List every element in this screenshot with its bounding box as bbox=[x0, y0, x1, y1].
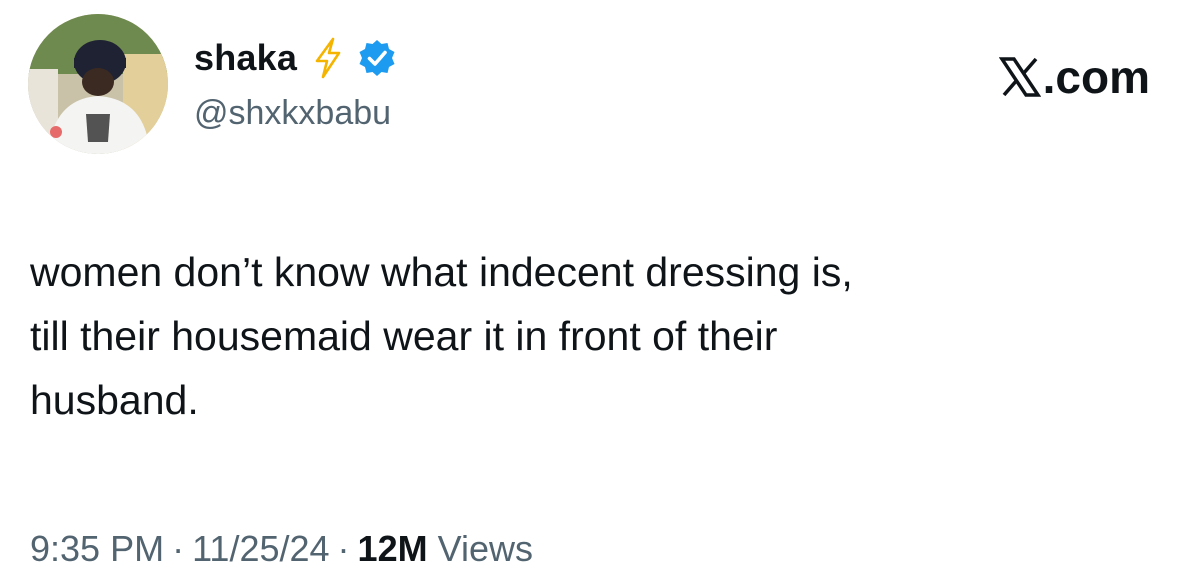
avatar-photo bbox=[28, 14, 168, 154]
lightning-bolt-icon bbox=[315, 37, 341, 79]
tweet-text-line: till their housemaid wear it in front of… bbox=[30, 313, 778, 359]
avatar[interactable] bbox=[28, 14, 168, 154]
meta-separator: · bbox=[337, 528, 350, 569]
tweet-card: shaka @shxkxbabu .com women don’t know w… bbox=[0, 0, 1200, 580]
tweet-text-line: husband. bbox=[30, 377, 199, 423]
name-row: shaka bbox=[194, 34, 397, 82]
tweet-text: women don’t know what indecent dressing … bbox=[30, 240, 1160, 432]
brand-watermark: .com bbox=[998, 50, 1150, 104]
tweet-text-line: women don’t know what indecent dressing … bbox=[30, 249, 853, 295]
views-label: Views bbox=[437, 528, 533, 569]
verified-badge-icon bbox=[359, 40, 395, 76]
display-name[interactable]: shaka bbox=[194, 37, 297, 79]
brand-label: .com bbox=[1042, 51, 1150, 103]
meta-separator: · bbox=[172, 528, 185, 569]
tweet-date[interactable]: 11/25/24 bbox=[192, 528, 329, 569]
views-count[interactable]: 12M bbox=[358, 528, 428, 569]
x-logo-icon bbox=[998, 57, 1041, 97]
tweet-time[interactable]: 9:35 PM bbox=[30, 528, 164, 569]
user-handle[interactable]: @shxkxbabu bbox=[194, 94, 391, 133]
tweet-meta: 9:35 PM · 11/25/24 · 12M Views bbox=[30, 528, 533, 570]
